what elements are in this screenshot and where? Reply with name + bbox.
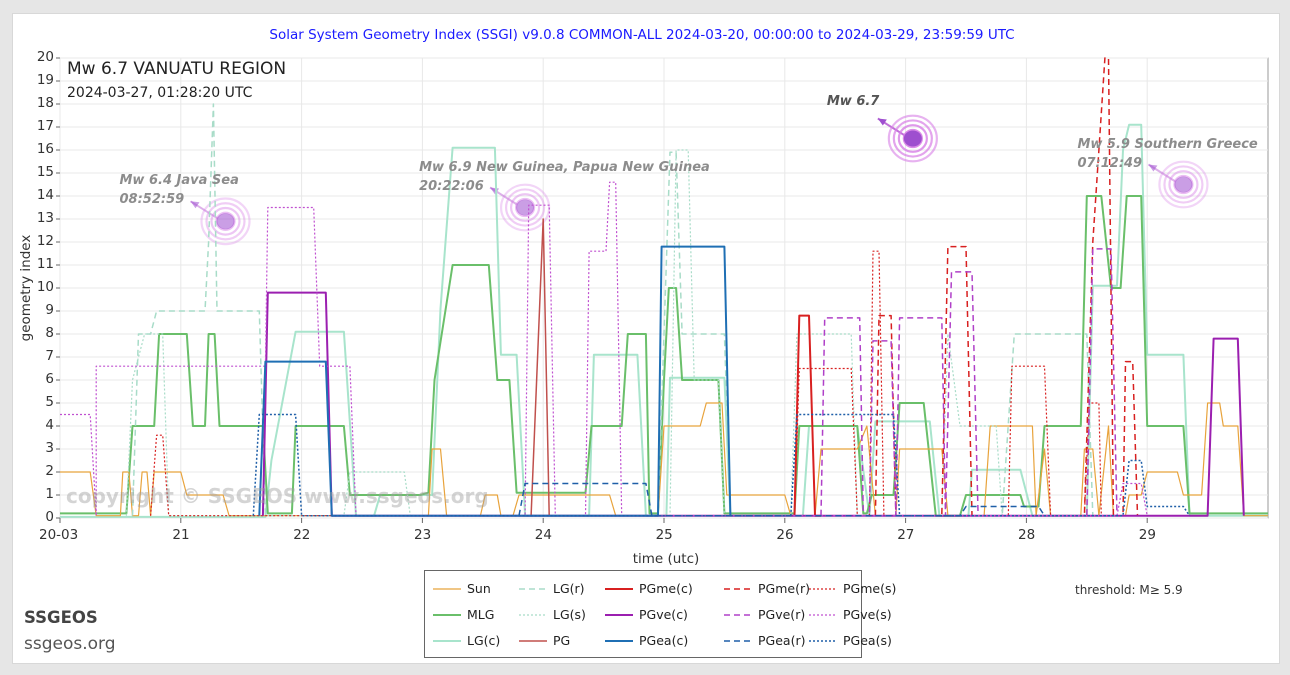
x-tick-label: 24	[534, 527, 552, 543]
site-url: ssgeos.org	[24, 634, 116, 654]
quake-label: Mw 6.4 Java Sea 08:52:59	[119, 173, 238, 207]
event-time: 2024-03-27, 01:28:20 UTC	[67, 85, 253, 101]
legend-label: PGve(c)	[639, 607, 688, 622]
legend-label: PG	[553, 633, 571, 648]
y-tick-label: 15	[36, 164, 54, 180]
quake-label: Mw 6.9 New Guinea, Papua New Guinea 20:22…	[419, 160, 710, 194]
x-tick-label: 28	[1018, 527, 1036, 543]
event-title: Mw 6.7 VANUATU REGION	[67, 59, 287, 79]
legend-label: PGea(s)	[843, 633, 892, 648]
x-tick-label: 21	[172, 527, 190, 543]
brand-name: SSGEOS	[24, 608, 98, 627]
y-tick-label: 9	[45, 302, 54, 318]
y-tick-label: 1	[45, 486, 54, 502]
legend-swatch	[605, 640, 633, 642]
quake-name: Mw 6.9 New Guinea, Papua New Guinea	[419, 159, 710, 175]
x-tick-label: 26	[776, 527, 794, 543]
y-tick-label: 2	[45, 463, 54, 479]
quake-label: Mw 6.7	[827, 94, 880, 109]
legend-swatch	[809, 588, 837, 590]
legend-swatch	[724, 614, 752, 616]
legend-label: PGme(r)	[758, 581, 810, 596]
y-tick-label: 6	[45, 371, 54, 387]
legend-label: PGve(r)	[758, 607, 806, 622]
quake-epicenter	[903, 130, 922, 147]
legend-label: Sun	[467, 581, 491, 596]
legend-swatch	[605, 614, 633, 616]
legend-label: LG(s)	[553, 607, 586, 622]
y-tick-label: 19	[36, 72, 54, 88]
quake-time: 20:22:06	[419, 178, 484, 194]
legend-label: PGea(r)	[758, 633, 806, 648]
legend-swatch	[605, 588, 633, 590]
legend: Sun LG(r) PGme(c) PGme(r) PGme(s) MLG LG(s) PGv…	[424, 570, 896, 658]
y-tick-label: 18	[36, 95, 54, 111]
legend-swatch	[724, 588, 752, 590]
quake-time: 07:12:49	[1077, 155, 1143, 171]
legend-swatch	[809, 614, 837, 616]
x-tick-label: 23	[414, 527, 432, 543]
legend-label: PGme(c)	[639, 581, 693, 596]
y-tick-label: 4	[45, 417, 54, 433]
quake-epicenter	[216, 213, 235, 230]
x-tick-label: 22	[293, 527, 311, 543]
x-tick-label: 27	[897, 527, 915, 543]
y-tick-label: 8	[45, 325, 54, 341]
y-tick-label: 16	[36, 141, 54, 157]
legend-swatch	[519, 640, 547, 642]
legend-label: MLG	[467, 607, 495, 622]
y-tick-label: 10	[36, 279, 54, 295]
y-tick-label: 5	[45, 394, 54, 410]
legend-label: LG(c)	[467, 633, 501, 648]
quake-name: Mw 6.4 Java Sea	[119, 173, 239, 189]
legend-label: LG(r)	[553, 581, 585, 596]
y-tick-label: 7	[45, 348, 54, 364]
legend-swatch	[519, 614, 547, 616]
y-tick-label: 14	[36, 187, 54, 203]
legend-swatch	[433, 614, 461, 616]
y-tick-label: 20	[36, 49, 54, 65]
legend-label: PGea(c)	[639, 633, 689, 648]
y-tick-label: 13	[36, 210, 54, 226]
quake-label: Mw 5.9 Southern Greece 07:12:49	[1077, 137, 1257, 171]
quake-epicenter	[516, 199, 535, 216]
legend-label: PGme(s)	[843, 581, 897, 596]
x-tick-label: 20-03	[39, 527, 79, 543]
y-tick-label: 0	[45, 509, 54, 525]
x-tick-label: 25	[655, 527, 673, 543]
quake-name: Mw 6.7	[826, 93, 880, 109]
quake-name: Mw 5.9 Southern Greece	[1077, 136, 1258, 152]
quake-epicenter	[1174, 176, 1193, 193]
copyright-watermark: copyright © SSGEOS www.ssgeos.org	[66, 484, 489, 508]
quake-time: 08:52:59	[119, 192, 185, 208]
legend-swatch	[433, 588, 461, 590]
legend-label: PGve(s)	[843, 607, 892, 622]
threshold-label: threshold: M≥ 5.9	[1075, 583, 1183, 597]
y-tick-label: 11	[36, 256, 54, 272]
legend-swatch	[519, 588, 547, 590]
x-axis-label: time (utc)	[633, 551, 700, 567]
y-tick-label: 17	[36, 118, 54, 134]
legend-swatch	[809, 640, 837, 642]
legend-swatch	[433, 640, 461, 642]
x-tick-label: 29	[1138, 527, 1156, 543]
y-tick-label: 12	[36, 233, 54, 249]
y-tick-label: 3	[45, 440, 54, 456]
legend-swatch	[724, 640, 752, 642]
